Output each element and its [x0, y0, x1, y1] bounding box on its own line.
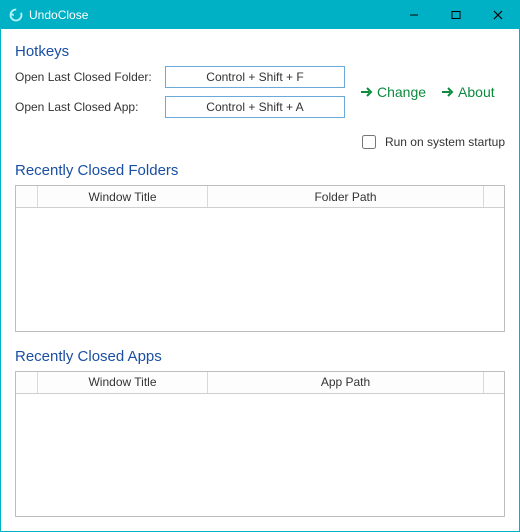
app-icon [9, 8, 23, 22]
arrow-right-icon [359, 85, 373, 99]
recently-closed-apps-heading: Recently Closed Apps [15, 348, 505, 365]
close-button[interactable] [477, 1, 519, 29]
hotkeys-heading: Hotkeys [15, 43, 505, 60]
folders-col-scroll-spacer [484, 186, 504, 207]
titlebar[interactable]: UndoClose [1, 1, 519, 29]
run-on-startup-checkbox[interactable] [362, 135, 376, 149]
content-area: Hotkeys Open Last Closed Folder: Open La… [1, 29, 519, 531]
hotkey-app-input[interactable] [165, 96, 345, 118]
apps-col-scroll-spacer [484, 372, 504, 393]
folders-table-header: Window Title Folder Path [16, 186, 504, 208]
arrow-right-icon [440, 85, 454, 99]
apps-table[interactable]: Window Title App Path [15, 371, 505, 518]
hotkey-folder-label: Open Last Closed Folder: [15, 70, 155, 84]
folders-col-folder-path[interactable]: Folder Path [208, 186, 484, 207]
change-button-label: Change [377, 84, 426, 100]
apps-table-header: Window Title App Path [16, 372, 504, 394]
hotkey-app-label: Open Last Closed App: [15, 100, 155, 114]
run-on-startup-label: Run on system startup [385, 135, 505, 149]
change-button[interactable]: Change [359, 84, 426, 100]
maximize-button[interactable] [435, 1, 477, 29]
window-title: UndoClose [29, 8, 88, 22]
apps-col-app-path[interactable]: App Path [208, 372, 484, 393]
apps-table-body [16, 394, 504, 517]
folders-table[interactable]: Window Title Folder Path [15, 185, 505, 332]
apps-col-window-title[interactable]: Window Title [38, 372, 208, 393]
hotkeys-area: Open Last Closed Folder: Open Last Close… [15, 66, 505, 118]
hotkey-row-folder: Open Last Closed Folder: [15, 66, 345, 88]
recently-closed-folders-heading: Recently Closed Folders [15, 162, 505, 179]
folders-table-body [16, 208, 504, 331]
about-button[interactable]: About [440, 84, 495, 100]
hotkey-row-app: Open Last Closed App: [15, 96, 345, 118]
folders-col-spacer [16, 186, 38, 207]
hotkey-folder-input[interactable] [165, 66, 345, 88]
apps-col-spacer [16, 372, 38, 393]
folders-col-window-title[interactable]: Window Title [38, 186, 208, 207]
startup-row: Run on system startup [15, 132, 505, 152]
minimize-button[interactable] [393, 1, 435, 29]
about-button-label: About [458, 84, 495, 100]
